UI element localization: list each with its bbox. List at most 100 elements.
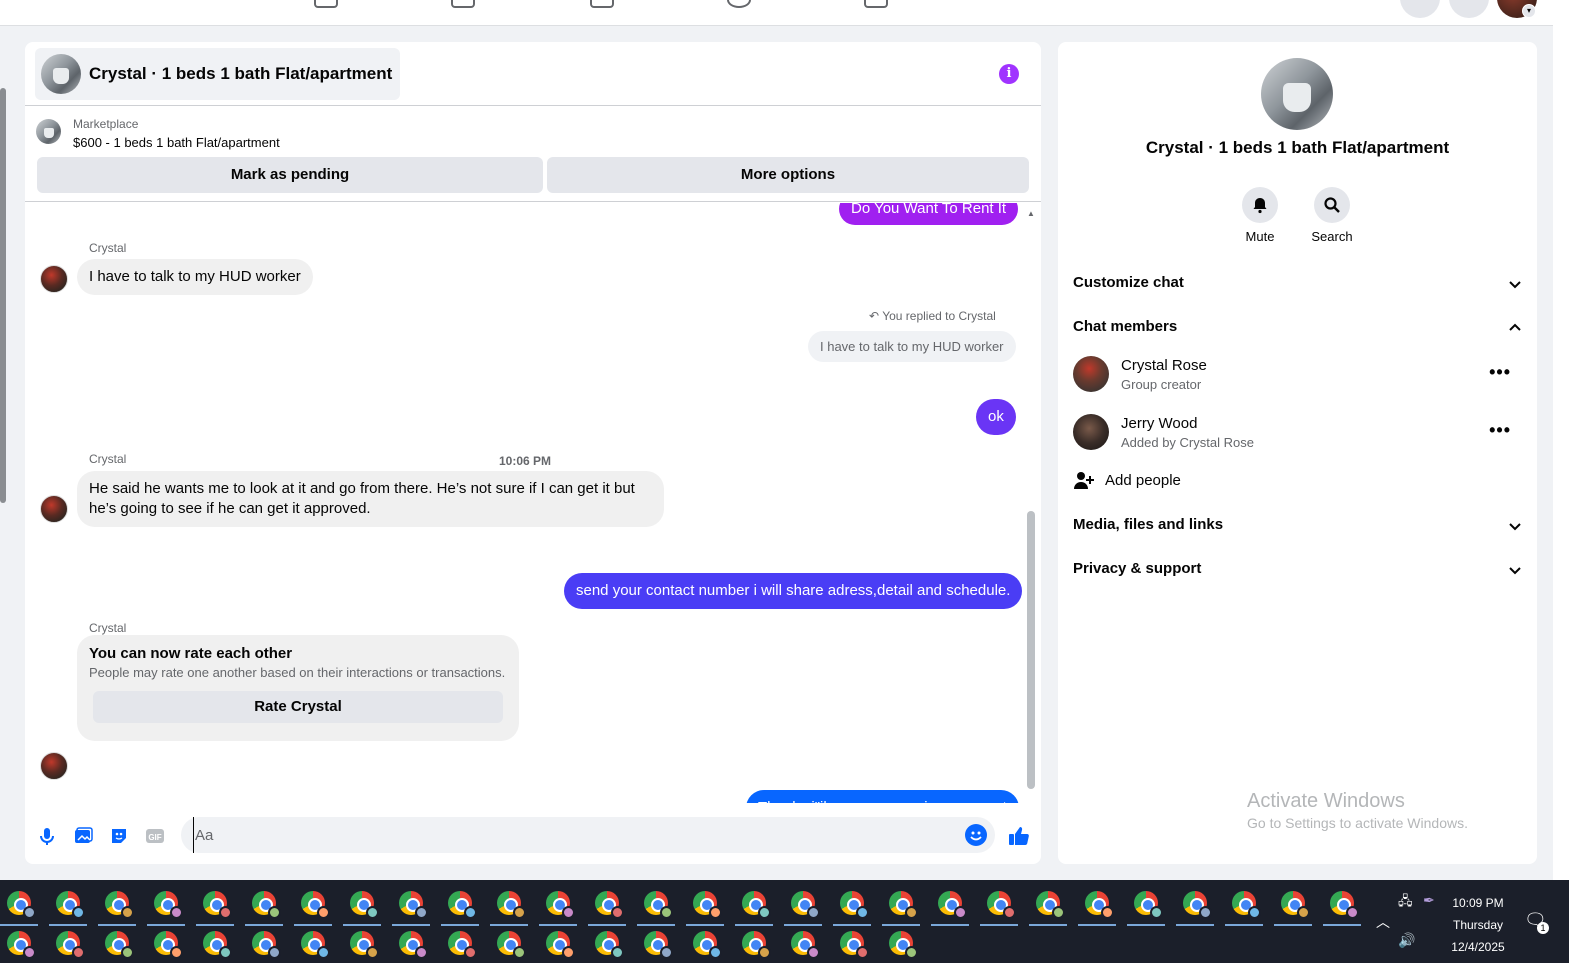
chrome-taskbar-icon[interactable] <box>588 888 626 926</box>
more-options-icon[interactable]: ••• <box>1489 362 1511 383</box>
menu-grid-button[interactable] <box>1400 0 1440 18</box>
page-scrollbar[interactable] <box>1553 0 1569 880</box>
chrome-taskbar-icon[interactable] <box>445 928 477 959</box>
chrome-taskbar-icon[interactable] <box>1323 888 1361 926</box>
more-options-icon[interactable]: ••• <box>1489 420 1511 441</box>
chrome-taskbar-icon[interactable] <box>931 888 969 926</box>
more-options-button[interactable]: More options <box>547 157 1029 193</box>
chrome-taskbar-icon[interactable] <box>784 888 822 926</box>
sender-avatar[interactable] <box>40 752 68 780</box>
chrome-taskbar-icon[interactable] <box>147 888 185 926</box>
mark-as-pending-button[interactable]: Mark as pending <box>37 157 543 193</box>
groups-nav-icon[interactable] <box>590 0 614 8</box>
left-scrollbar[interactable] <box>0 88 6 503</box>
chrome-taskbar-icon[interactable] <box>490 888 528 926</box>
chrome-taskbar-icon[interactable] <box>788 928 820 959</box>
chrome-taskbar-icon[interactable] <box>637 888 675 926</box>
gaming-nav-icon[interactable] <box>864 0 888 8</box>
add-people-button[interactable]: Add people <box>1073 470 1373 494</box>
chrome-taskbar-icon[interactable] <box>53 928 85 959</box>
chrome-taskbar-icon[interactable] <box>1078 888 1116 926</box>
chrome-taskbar-icon[interactable] <box>196 888 234 926</box>
bell-icon[interactable] <box>1242 187 1278 223</box>
microphone-icon[interactable] <box>37 826 57 846</box>
member-row[interactable]: Jerry Wood Added by Crystal Rose ••• <box>1073 414 1523 458</box>
account-chevron-icon[interactable]: ▾ <box>1522 4 1536 18</box>
chrome-taskbar-icon[interactable] <box>735 888 773 926</box>
rate-crystal-button[interactable]: Rate Crystal <box>93 691 503 723</box>
message-input[interactable] <box>193 817 953 853</box>
chrome-taskbar-icon[interactable] <box>1176 888 1214 926</box>
chrome-taskbar-icon[interactable] <box>98 888 136 926</box>
chrome-taskbar-icon[interactable] <box>494 928 526 959</box>
chrome-taskbar-icon[interactable] <box>886 928 918 959</box>
chrome-taskbar-icon[interactable] <box>396 928 428 959</box>
system-clock[interactable]: 10:09 PM Thursday 12/4/2025 <box>1446 892 1510 958</box>
sender-avatar[interactable] <box>40 495 68 523</box>
message-incoming[interactable]: He said he wants me to look at it and go… <box>77 471 664 527</box>
customize-chat-section[interactable]: Customize chat <box>1073 274 1523 298</box>
mute-action[interactable]: Mute <box>1230 187 1290 244</box>
chrome-taskbar-icon[interactable] <box>686 888 724 926</box>
chrome-taskbar-icon[interactable] <box>4 928 36 959</box>
message-scrollbar[interactable] <box>1027 511 1035 789</box>
chrome-taskbar-icon[interactable] <box>980 888 1018 926</box>
chrome-taskbar-icon[interactable] <box>641 928 673 959</box>
message-outgoing[interactable]: ok <box>976 399 1016 435</box>
conversation-title-button[interactable]: Crystal · 1 beds 1 bath Flat/apartment <box>35 48 401 100</box>
sender-avatar[interactable] <box>40 265 68 293</box>
chrome-taskbar-icon[interactable] <box>690 928 722 959</box>
scroll-up-arrow-icon[interactable]: ▲ <box>1027 209 1035 218</box>
gif-icon[interactable]: GIF <box>145 826 165 846</box>
reply-quote[interactable]: I have to talk to my HUD worker <box>808 331 1016 362</box>
chrome-taskbar-icon[interactable] <box>441 888 479 926</box>
search-icon[interactable] <box>1314 187 1350 223</box>
member-avatar[interactable] <box>1073 356 1109 392</box>
chrome-taskbar-icon[interactable] <box>294 888 332 926</box>
chrome-taskbar-icon[interactable] <box>739 928 771 959</box>
message-outgoing[interactable]: Do You Want To Rent It <box>839 203 1019 225</box>
friends-nav-icon[interactable] <box>451 0 475 8</box>
message-outgoing[interactable]: Thanks i"il message you in a moment <box>746 790 1019 803</box>
chrome-taskbar-icon[interactable] <box>0 888 38 926</box>
listing-small-thumbnail[interactable] <box>36 119 61 144</box>
info-icon[interactable]: i <box>999 64 1019 84</box>
emoji-icon[interactable] <box>965 824 987 846</box>
chrome-taskbar-icon[interactable] <box>343 888 381 926</box>
chrome-taskbar-icon[interactable] <box>49 888 87 926</box>
message-incoming[interactable]: I have to talk to my HUD worker <box>77 259 313 295</box>
message-input-box[interactable] <box>181 817 995 853</box>
chrome-taskbar-icon[interactable] <box>882 888 920 926</box>
media-files-section[interactable]: Media, files and links <box>1073 516 1523 540</box>
chrome-taskbar-icon[interactable] <box>298 928 330 959</box>
chat-members-section[interactable]: Chat members <box>1073 318 1523 342</box>
chrome-taskbar-icon[interactable] <box>392 888 430 926</box>
pen-icon[interactable]: ✒ <box>1423 892 1435 909</box>
chrome-taskbar-icon[interactable] <box>1029 888 1067 926</box>
notifications-button[interactable] <box>1449 0 1489 18</box>
chrome-taskbar-icon[interactable] <box>1127 888 1165 926</box>
privacy-support-section[interactable]: Privacy & support <box>1073 560 1523 584</box>
chrome-taskbar-icon[interactable] <box>245 888 283 926</box>
chrome-taskbar-icon[interactable] <box>151 928 183 959</box>
member-row[interactable]: Crystal Rose Group creator ••• <box>1073 356 1523 400</box>
chrome-taskbar-icon[interactable] <box>833 888 871 926</box>
chrome-taskbar-icon[interactable] <box>347 928 379 959</box>
chrome-taskbar-icon[interactable] <box>200 928 232 959</box>
profile-nav-icon[interactable] <box>727 0 751 8</box>
chrome-taskbar-icon[interactable] <box>539 888 577 926</box>
show-hidden-icons-chevron-icon[interactable]: ︿ <box>1376 912 1390 932</box>
volume-icon[interactable]: 🔊 <box>1398 932 1415 949</box>
message-outgoing[interactable]: send your contact number i will share ad… <box>564 573 1023 609</box>
thumbs-up-icon[interactable] <box>1007 824 1031 848</box>
listing-price[interactable]: $600 - 1 beds 1 bath Flat/apartment <box>73 135 280 150</box>
network-icon[interactable]: 🖧 <box>1398 892 1413 914</box>
conversation-photo[interactable] <box>1261 58 1333 130</box>
chrome-taskbar-icon[interactable] <box>1274 888 1312 926</box>
search-action[interactable]: Search <box>1302 187 1362 244</box>
marketplace-nav-icon[interactable] <box>314 0 338 8</box>
chrome-taskbar-icon[interactable] <box>249 928 281 959</box>
chrome-taskbar-icon[interactable] <box>543 928 575 959</box>
member-avatar[interactable] <box>1073 414 1109 450</box>
chrome-taskbar-icon[interactable] <box>102 928 134 959</box>
